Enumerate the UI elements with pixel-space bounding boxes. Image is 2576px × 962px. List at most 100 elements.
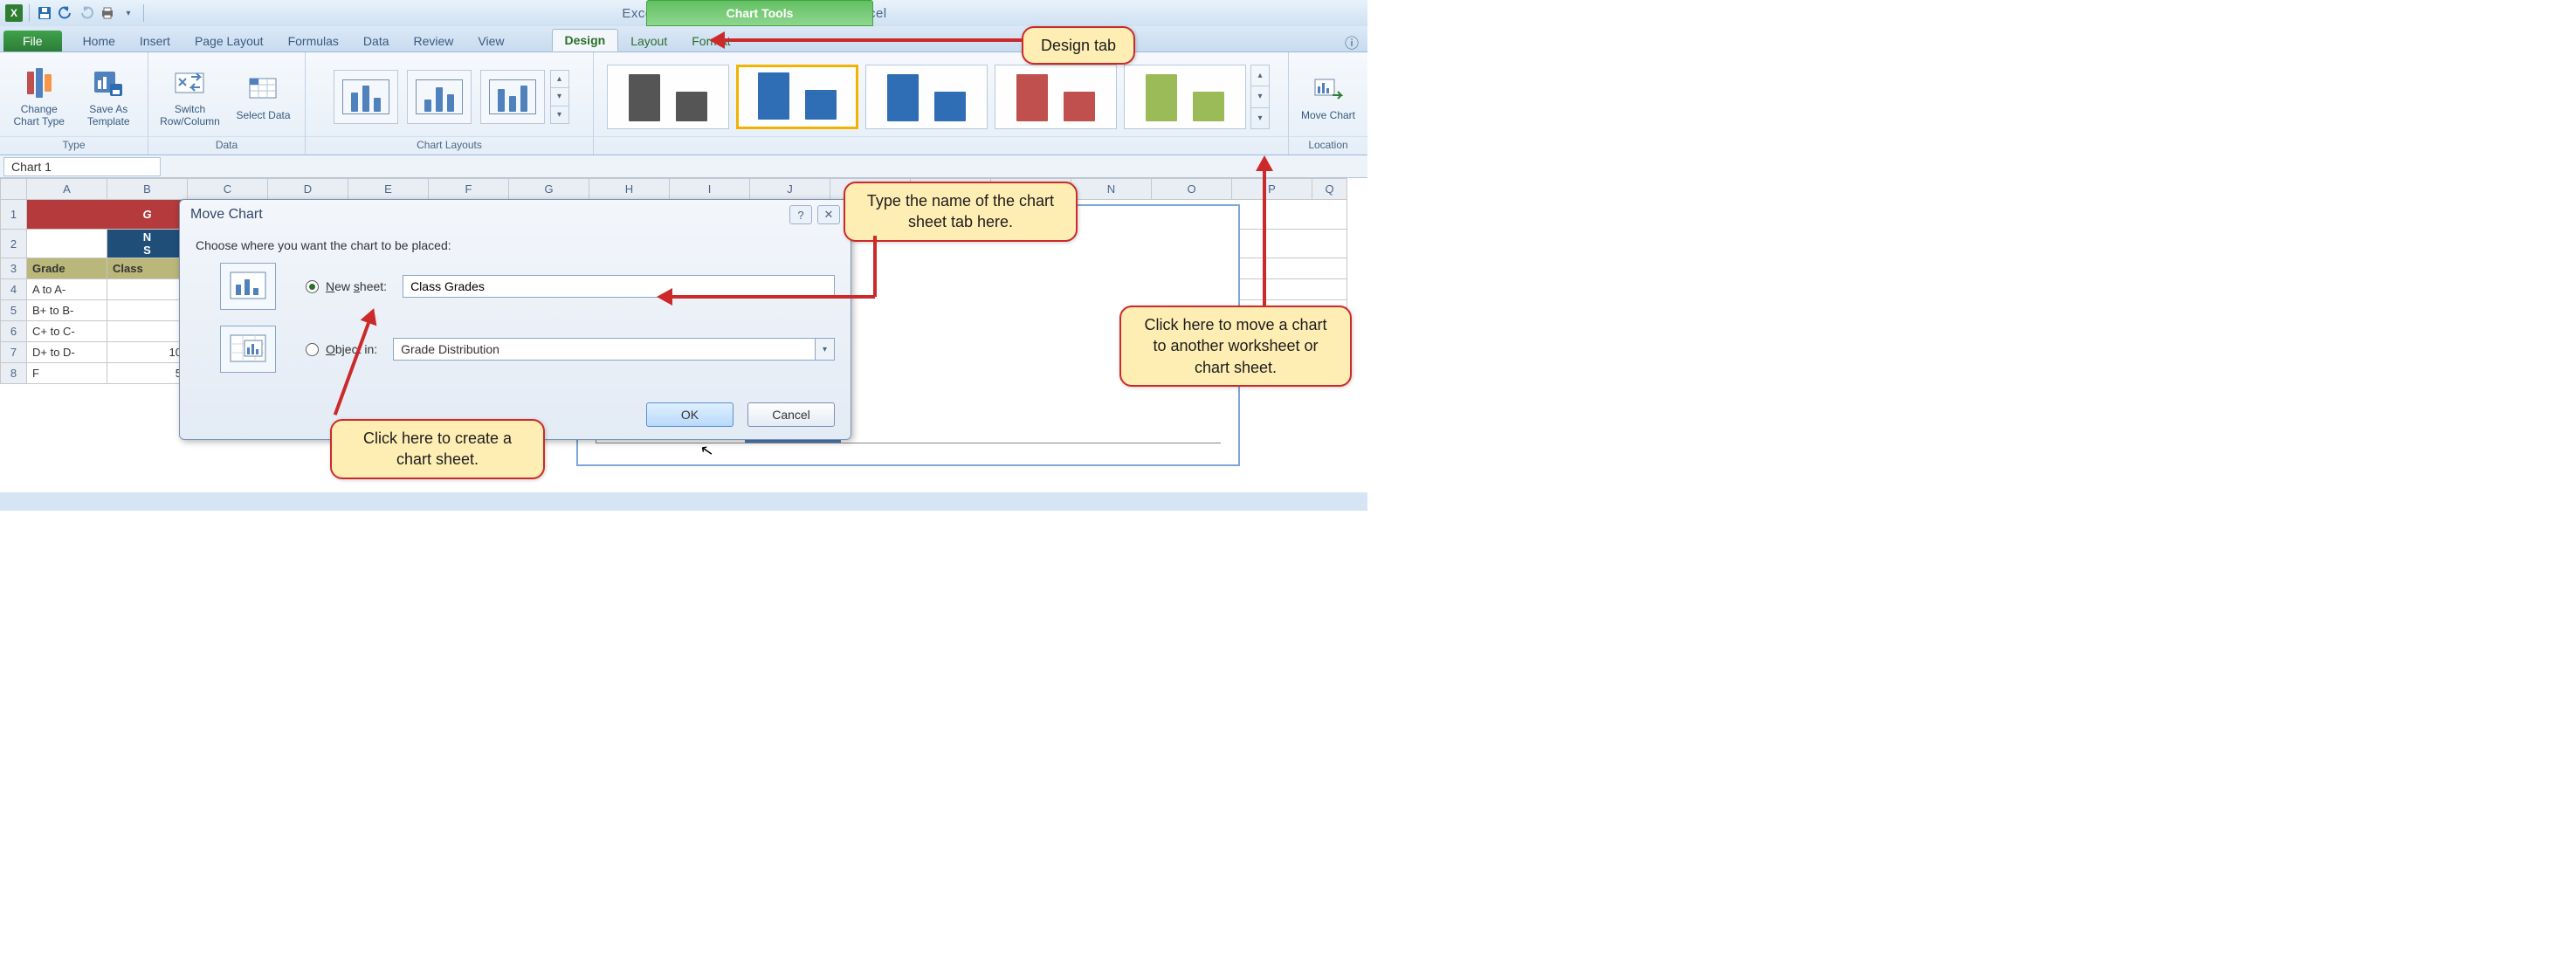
callout-click-move: Click here to move a chart to another wo… bbox=[1119, 306, 1352, 387]
label: Switch Row/Column bbox=[160, 103, 221, 127]
col-header[interactable]: E bbox=[348, 179, 429, 200]
row-header[interactable]: 6 bbox=[1, 321, 27, 342]
callout-design-tab: Design tab bbox=[1022, 26, 1135, 65]
save-as-template-button[interactable]: Save As Template bbox=[80, 66, 138, 127]
select-data-button[interactable]: Select Data bbox=[233, 72, 294, 121]
scroll-down-icon[interactable]: ▾ bbox=[1251, 86, 1269, 107]
cancel-button[interactable]: Cancel bbox=[747, 402, 835, 427]
chart-style-5[interactable] bbox=[1124, 65, 1246, 129]
tab-home[interactable]: Home bbox=[71, 31, 127, 52]
cell[interactable]: F bbox=[27, 363, 107, 384]
chart-style-1[interactable] bbox=[607, 65, 729, 129]
callout-click-create: Click here to create a chart sheet. bbox=[330, 419, 545, 479]
qat-customize-icon[interactable]: ▾ bbox=[120, 4, 137, 22]
expand-gallery-icon[interactable]: ▾ bbox=[551, 107, 568, 123]
col-header[interactable]: J bbox=[750, 179, 830, 200]
tab-review[interactable]: Review bbox=[402, 31, 466, 52]
col-header[interactable]: H bbox=[589, 179, 670, 200]
object-in-combo[interactable]: Grade Distribution ▾ bbox=[393, 338, 835, 361]
cell[interactable] bbox=[107, 279, 188, 300]
switch-row-column-button[interactable]: Switch Row/Column bbox=[160, 66, 221, 127]
cell[interactable] bbox=[107, 321, 188, 342]
switch-row-column-icon bbox=[174, 66, 207, 100]
label: Save As Template bbox=[80, 103, 138, 127]
col-header[interactable]: D bbox=[268, 179, 348, 200]
undo-icon[interactable] bbox=[57, 4, 74, 22]
chart-layout-1[interactable] bbox=[334, 70, 398, 124]
col-header[interactable]: I bbox=[670, 179, 750, 200]
row-header[interactable]: 2 bbox=[1, 230, 27, 258]
col-header[interactable]: F bbox=[429, 179, 509, 200]
tab-formulas[interactable]: Formulas bbox=[276, 31, 351, 52]
ok-button[interactable]: OK bbox=[646, 402, 734, 427]
label: Move Chart bbox=[1301, 109, 1355, 121]
move-chart-button[interactable]: Move Chart bbox=[1299, 72, 1357, 121]
cell[interactable]: 10 bbox=[107, 342, 188, 363]
col-header[interactable]: C bbox=[188, 179, 268, 200]
row-header[interactable]: 3 bbox=[1, 258, 27, 279]
cell[interactable]: A to A- bbox=[27, 279, 107, 300]
object-in-value: Grade Distribution bbox=[401, 342, 499, 356]
dialog-close-button[interactable]: ✕ bbox=[817, 205, 840, 224]
chart-style-3[interactable] bbox=[865, 65, 988, 129]
object-in-radio[interactable] bbox=[306, 343, 319, 356]
chart-layout-2[interactable] bbox=[407, 70, 472, 124]
new-sheet-radio[interactable] bbox=[306, 280, 319, 293]
row-header[interactable]: 1 bbox=[1, 200, 27, 230]
scroll-up-icon[interactable]: ▴ bbox=[551, 71, 568, 88]
help-icon[interactable]: ⓘ bbox=[1345, 31, 1359, 52]
tab-file[interactable]: File bbox=[3, 31, 62, 52]
group-data-label: Data bbox=[148, 136, 305, 155]
group-chart-layouts-label: Chart Layouts bbox=[306, 136, 593, 155]
chart-layouts-scroll[interactable]: ▴ ▾ ▾ bbox=[550, 70, 569, 124]
excel-app-icon[interactable]: X bbox=[5, 4, 23, 22]
scroll-down-icon[interactable]: ▾ bbox=[551, 88, 568, 106]
select-all-corner[interactable] bbox=[1, 179, 27, 200]
group-chart-styles-label bbox=[594, 136, 1288, 155]
tab-layout[interactable]: Layout bbox=[618, 31, 679, 52]
tab-page-layout[interactable]: Page Layout bbox=[183, 31, 276, 52]
group-type-label: Type bbox=[0, 136, 148, 155]
chevron-down-icon[interactable]: ▾ bbox=[815, 339, 834, 360]
tab-view[interactable]: View bbox=[465, 31, 516, 52]
chart-styles-scroll[interactable]: ▴ ▾ ▾ bbox=[1250, 65, 1270, 129]
expand-gallery-icon[interactable]: ▾ bbox=[1251, 108, 1269, 128]
change-chart-type-icon bbox=[23, 66, 56, 100]
tab-insert[interactable]: Insert bbox=[127, 31, 183, 52]
chart-style-4[interactable] bbox=[995, 65, 1117, 129]
row-header[interactable]: 7 bbox=[1, 342, 27, 363]
cell[interactable]: C+ to C- bbox=[27, 321, 107, 342]
callout-type-name: Type the name of the chart sheet tab her… bbox=[844, 182, 1078, 242]
col-header[interactable]: Q bbox=[1312, 179, 1347, 200]
save-icon[interactable] bbox=[36, 4, 53, 22]
print-icon[interactable] bbox=[99, 4, 116, 22]
col-header[interactable]: P bbox=[1232, 179, 1312, 200]
cell[interactable] bbox=[107, 300, 188, 321]
change-chart-type-button[interactable]: Change Chart Type bbox=[10, 66, 68, 127]
label: Change Chart Type bbox=[10, 103, 68, 127]
col-header[interactable]: A bbox=[27, 179, 107, 200]
chart-style-2[interactable] bbox=[736, 65, 858, 129]
redo-icon[interactable] bbox=[78, 4, 95, 22]
arrow bbox=[1263, 171, 1266, 307]
scroll-up-icon[interactable]: ▴ bbox=[1251, 65, 1269, 86]
tab-design[interactable]: Design bbox=[552, 29, 619, 52]
label: Select Data bbox=[236, 109, 290, 121]
col-header[interactable]: O bbox=[1152, 179, 1232, 200]
cell[interactable]: B+ to B- bbox=[27, 300, 107, 321]
row-header[interactable]: 4 bbox=[1, 279, 27, 300]
cell-header-class: Class bbox=[107, 258, 188, 279]
chart-layout-3[interactable] bbox=[480, 70, 545, 124]
row-header[interactable]: 5 bbox=[1, 300, 27, 321]
move-chart-icon bbox=[1312, 72, 1345, 106]
dialog-help-button[interactable]: ? bbox=[789, 205, 812, 224]
col-header[interactable]: G bbox=[509, 179, 589, 200]
name-box[interactable]: Chart 1 bbox=[3, 157, 161, 176]
row-header[interactable]: 8 bbox=[1, 363, 27, 384]
cell[interactable]: D+ to D- bbox=[27, 342, 107, 363]
col-header[interactable]: N bbox=[1071, 179, 1152, 200]
arrow bbox=[725, 38, 1022, 42]
cell[interactable]: 5 bbox=[107, 363, 188, 384]
tab-data[interactable]: Data bbox=[351, 31, 402, 52]
col-header[interactable]: B bbox=[107, 179, 188, 200]
